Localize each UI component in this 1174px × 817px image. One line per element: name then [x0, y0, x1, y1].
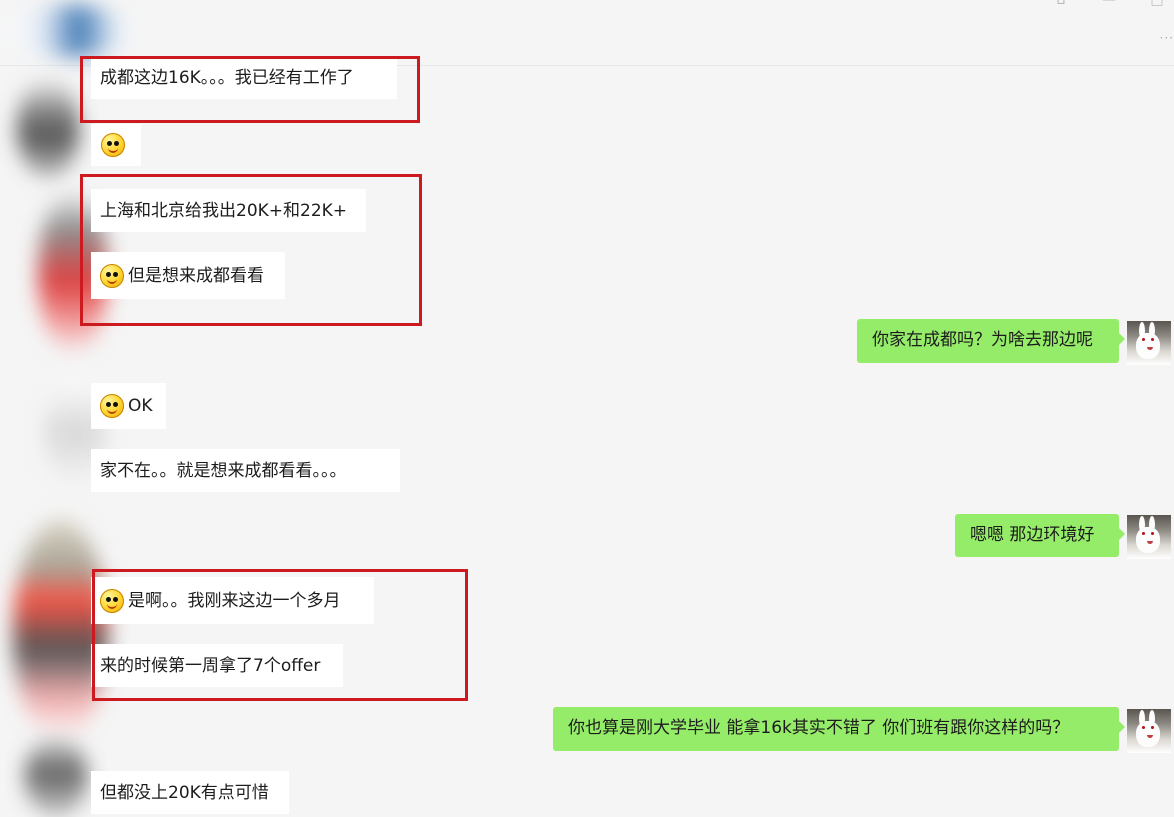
- message-text: 成都这边16K。。。我已经有工作了: [100, 67, 354, 88]
- message-text: 上海和北京给我出20K+和22K+: [100, 200, 348, 221]
- message-text: 但是想来成都看看: [128, 265, 264, 286]
- message-text: 来的时候第一周拿了7个offer: [100, 655, 321, 676]
- message-text: 嗯嗯 那边环境好: [970, 525, 1095, 545]
- user-avatar[interactable]: [1127, 709, 1171, 753]
- blurred-avatar: [17, 78, 79, 178]
- user-avatar[interactable]: [1127, 515, 1171, 559]
- incoming-message: OK: [91, 383, 166, 429]
- message-text: 家不在。。就是想来成都看看。。。: [100, 460, 347, 481]
- message-text: 但都没上20K有点可惜: [100, 782, 269, 803]
- smile-icon: [101, 133, 125, 157]
- incoming-message: 是啊。。我刚来这边一个多月: [91, 577, 374, 624]
- message-text: 你也算是刚大学毕业 能拿16k其实不错了 你们班有跟你这样的吗？: [568, 718, 1070, 738]
- message-text: 你家在成都吗？为啥去那边呢: [872, 330, 1093, 350]
- outgoing-message: 你家在成都吗？为啥去那边呢: [857, 319, 1125, 363]
- message-text: 是啊。。我刚来这边一个多月: [128, 590, 341, 611]
- pin-icon[interactable]: ⌂: [1054, 0, 1068, 8]
- smile-icon: [100, 588, 124, 613]
- maximize-icon[interactable]: □: [1150, 0, 1164, 8]
- incoming-message: [91, 124, 141, 166]
- smile-icon: [100, 394, 124, 418]
- outgoing-message: 你也算是刚大学毕业 能拿16k其实不错了 你们班有跟你这样的吗？: [553, 707, 1125, 751]
- incoming-message: 但都没上20K有点可惜: [91, 771, 289, 814]
- incoming-message: 来的时候第一周拿了7个offer: [91, 644, 343, 687]
- message-text: OK: [128, 396, 153, 416]
- blurred-avatar: [6, 5, 132, 57]
- more-options-icon[interactable]: ···: [1160, 31, 1174, 45]
- blurred-avatar: [13, 520, 108, 742]
- outgoing-message: 嗯嗯 那边环境好: [955, 514, 1125, 557]
- incoming-message: 但是想来成都看看: [91, 252, 285, 299]
- incoming-message: 上海和北京给我出20K+和22K+: [91, 189, 366, 232]
- user-avatar[interactable]: [1127, 321, 1171, 365]
- window-controls: ⌂ — □: [1054, 0, 1164, 8]
- incoming-message: 成都这边16K。。。我已经有工作了: [91, 56, 397, 99]
- incoming-message: 家不在。。就是想来成都看看。。。: [91, 449, 400, 492]
- blurred-avatar: [25, 735, 87, 817]
- minimize-icon[interactable]: —: [1102, 0, 1116, 8]
- smile-icon: [100, 263, 124, 288]
